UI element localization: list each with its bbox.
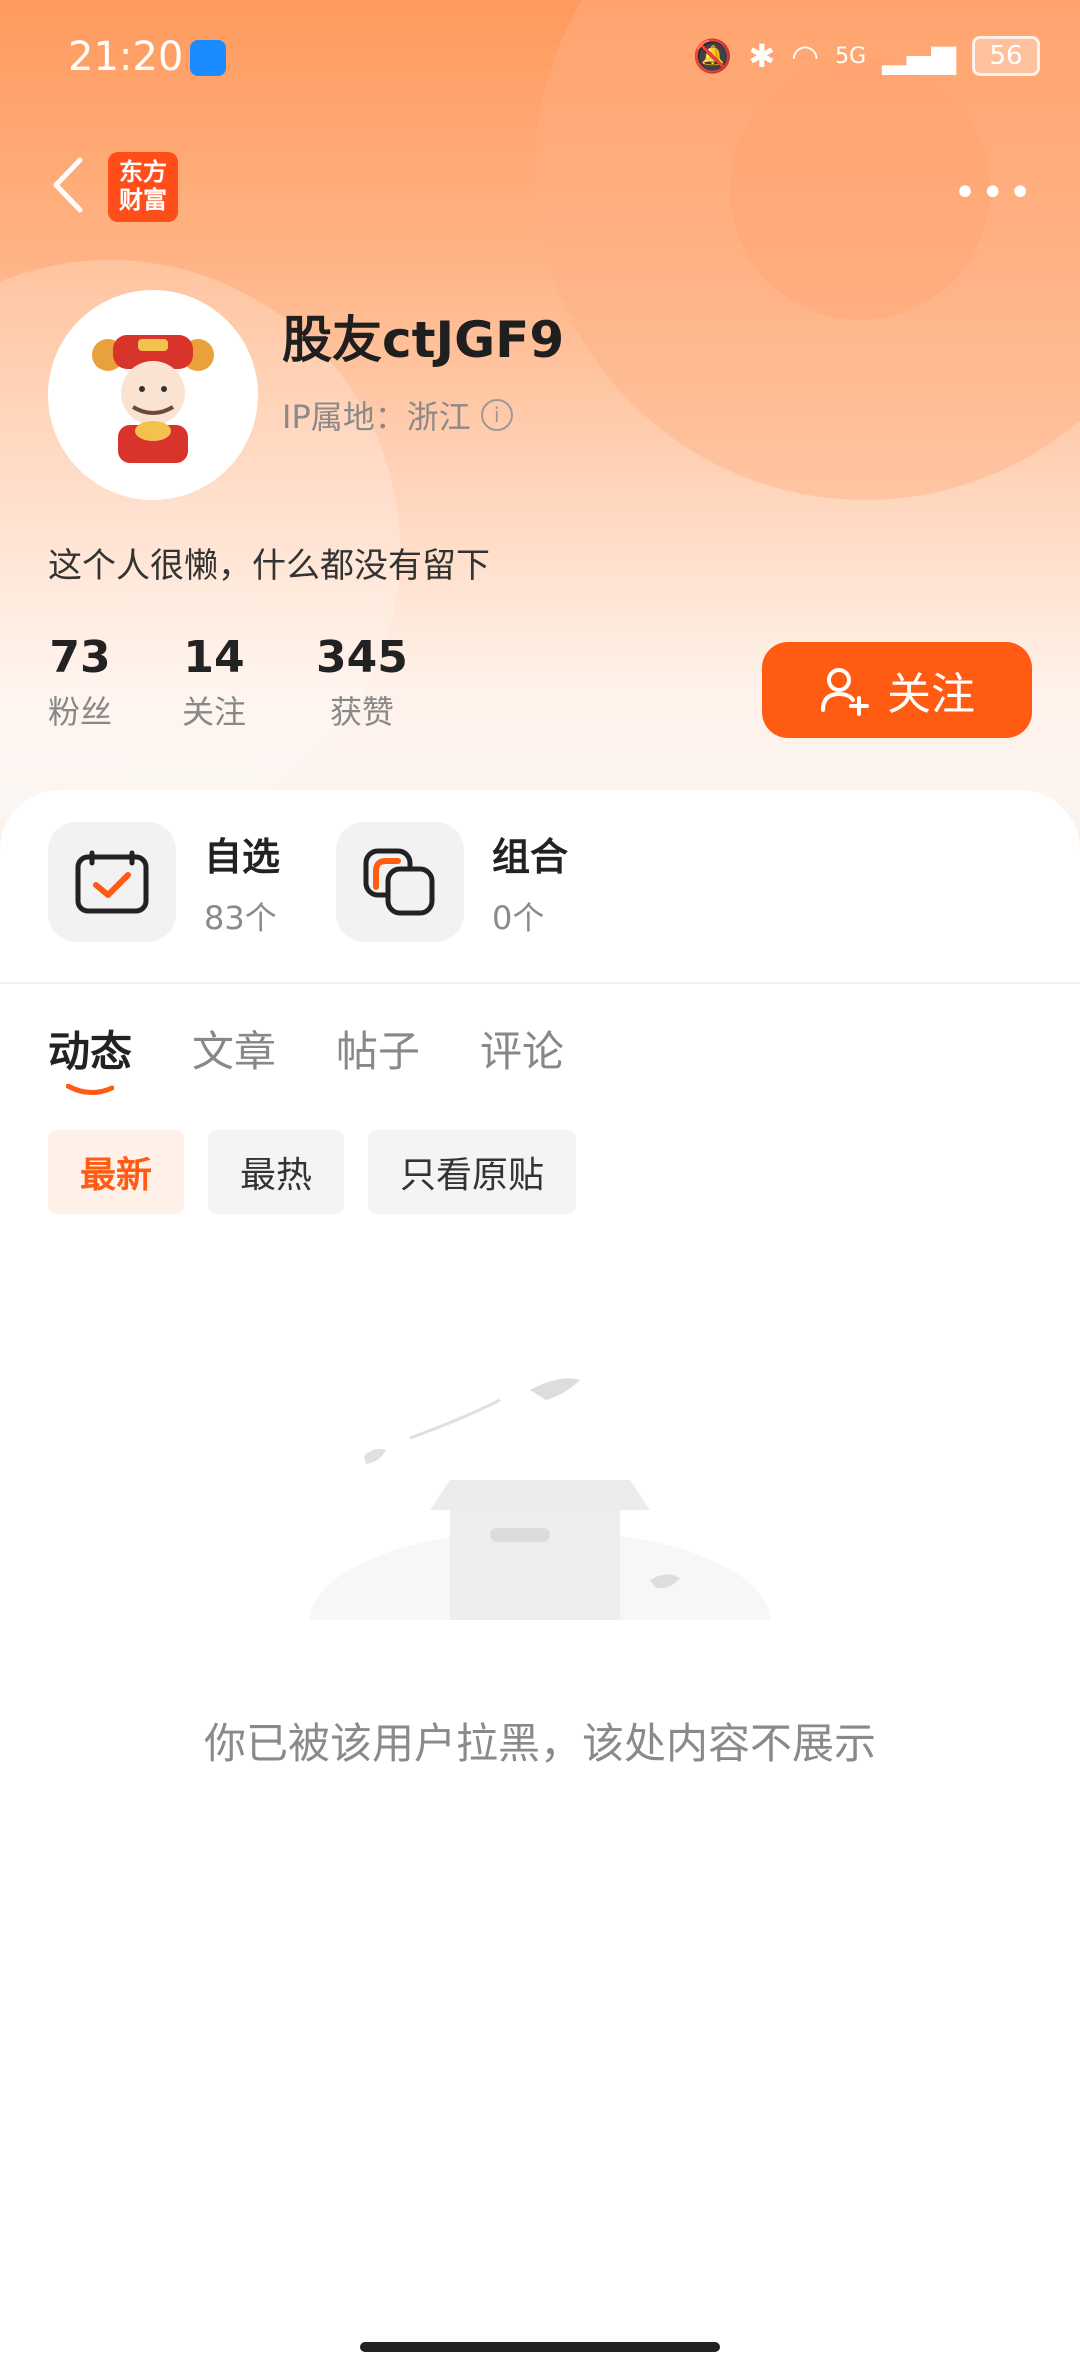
decor-circle [730, 60, 990, 320]
tab-articles[interactable]: 文章 [192, 1018, 276, 1079]
stat-likes[interactable]: 345 获赞 [316, 632, 408, 733]
more-options-button[interactable]: ••• [953, 170, 1036, 216]
portfolio-icon-box [336, 822, 464, 942]
tab-label: 帖子 [336, 1027, 421, 1076]
status-time: 21:20 [68, 34, 184, 80]
content-tabs: 动态 文章 帖子 评论 [48, 1018, 564, 1095]
signal-icon: ▂▄▆ [882, 37, 956, 75]
network-label: 5G [835, 43, 867, 69]
stat-label: 关注 [182, 693, 247, 731]
avatar[interactable] [48, 290, 258, 500]
filter-chips: 最新 最热 只看原贴 [48, 1130, 577, 1214]
chevron-left-icon [53, 157, 83, 213]
stat-value: 73 [49, 632, 111, 683]
mute-icon: 🔕 [692, 37, 733, 75]
info-icon[interactable]: i [480, 399, 513, 431]
filter-hottest[interactable]: 最热 [208, 1130, 345, 1214]
tab-label: 评论 [480, 1027, 565, 1076]
add-user-icon [821, 668, 869, 716]
logo-text-line1: 东方 [119, 158, 167, 186]
home-indicator[interactable] [360, 2342, 720, 2352]
watchlist-check-icon [75, 850, 149, 914]
notification-app-icon [190, 40, 226, 76]
ip-location: IP属地：浙江 i [282, 392, 513, 438]
portfolio-icon [363, 848, 435, 916]
tab-label: 文章 [192, 1027, 277, 1076]
filter-original-only[interactable]: 只看原贴 [368, 1130, 577, 1214]
ip-location-text: IP属地：浙江 [282, 398, 471, 436]
portfolio-entry[interactable]: 组合 0个 [336, 822, 568, 942]
tab-comments[interactable]: 评论 [480, 1018, 564, 1079]
back-button[interactable] [44, 150, 94, 220]
tab-activity[interactable]: 动态 [48, 1018, 133, 1095]
profile-stats: 73 粉丝 14 关注 345 获赞 [48, 632, 408, 733]
empty-state-message: 你已被该用户拉黑，该处内容不展示 [203, 1719, 876, 1768]
portfolio-count: 0个 [492, 898, 545, 937]
stat-following[interactable]: 14 关注 [182, 632, 246, 733]
filter-latest[interactable]: 最新 [48, 1130, 185, 1214]
portfolio-title: 组合 [492, 834, 569, 879]
watchlist-icon-box [48, 822, 176, 942]
watchlist-count: 83个 [204, 898, 277, 937]
tab-posts[interactable]: 帖子 [336, 1018, 420, 1079]
content-card: 自选 83个 组合 0个 动态 文章 帖子 评论 最新 最热 只看原贴 你已被该… [0, 790, 1080, 2376]
divider [0, 982, 1080, 984]
watchlist-title: 自选 [204, 834, 281, 879]
follow-button[interactable]: 关注 [762, 642, 1032, 738]
bluetooth-icon: ✱ [748, 37, 776, 75]
stat-followers[interactable]: 73 粉丝 [48, 632, 112, 733]
tab-active-indicator [66, 1084, 114, 1095]
wifi-icon: ◠ [791, 37, 820, 75]
username: 股友ctJGF9 [282, 311, 565, 369]
battery-indicator: 56 [972, 36, 1040, 76]
stat-label: 获赞 [329, 693, 394, 731]
tab-label: 动态 [48, 1027, 133, 1076]
stat-value: 14 [183, 632, 245, 683]
more-dots-icon: ••• [953, 170, 1036, 216]
status-icons: 🔕 ✱ ◠ 5G ▂▄▆ 56 [693, 36, 1040, 76]
empty-box-illustration [310, 1378, 770, 1630]
avatar-character-icon [92, 335, 214, 463]
watchlist-entry[interactable]: 自选 83个 [48, 822, 280, 942]
follow-label: 关注 [887, 669, 975, 720]
user-bio: 这个人很懒，什么都没有留下 [48, 546, 490, 586]
stat-value: 345 [316, 632, 408, 683]
logo-text-line2: 财富 [119, 186, 167, 214]
app-logo: 东方 财富 [108, 152, 178, 222]
stat-label: 粉丝 [48, 693, 113, 731]
